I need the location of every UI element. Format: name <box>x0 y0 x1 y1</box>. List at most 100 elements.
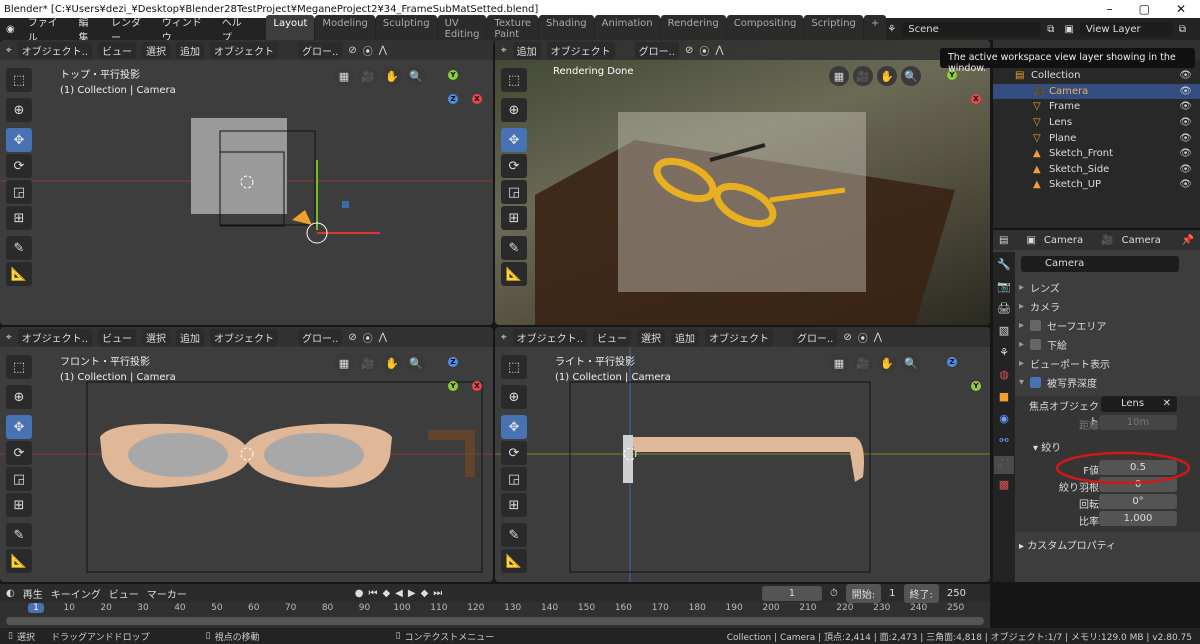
transform-icon[interactable]: ⊞ <box>6 493 32 517</box>
start-frame-field[interactable]: 1 <box>889 588 895 599</box>
next-keyframe-icon[interactable]: ◆ <box>421 588 429 599</box>
grid-icon[interactable]: ▦ <box>829 66 849 86</box>
pan-hand-icon[interactable]: ✋ <box>877 353 897 373</box>
camera-data-tab-icon[interactable]: 🎥 <box>994 456 1014 474</box>
grid-icon[interactable]: ▦ <box>334 66 354 86</box>
zoom-icon[interactable]: 🔍 <box>901 66 921 86</box>
gizmo-x-icon[interactable]: X <box>472 94 482 104</box>
grid-icon[interactable]: ▦ <box>334 353 354 373</box>
visibility-eye-icon[interactable]: 👁 <box>1179 164 1192 175</box>
outliner-item-collection[interactable]: ▤ Collection 👁 <box>993 68 1200 84</box>
play-icon[interactable]: ▶ <box>408 588 416 599</box>
timeline-scrollbar[interactable] <box>6 617 984 625</box>
new-scene-icon[interactable]: ⧉ <box>1047 24 1054 35</box>
measure-icon[interactable]: 📐 <box>6 262 32 286</box>
world-tab-icon[interactable]: ◍ <box>999 368 1009 386</box>
gizmo-x-icon[interactable]: X <box>971 94 981 104</box>
minimize-button[interactable]: – <box>1107 2 1113 16</box>
camera-view-icon[interactable]: 🎥 <box>358 66 378 86</box>
jump-end-icon[interactable]: ⏭ <box>433 588 442 599</box>
tab-uv-editing[interactable]: UV Editing <box>437 15 487 43</box>
distance-field[interactable]: 10m <box>1099 415 1177 430</box>
transform-icon[interactable]: ⊞ <box>501 493 527 517</box>
grid-icon[interactable]: ▦ <box>829 353 849 373</box>
gizmo-y-icon[interactable]: Y <box>971 381 981 391</box>
new-view-layer-icon[interactable]: ⧉ <box>1179 24 1186 35</box>
visibility-eye-icon[interactable]: 👁 <box>1179 133 1192 144</box>
texture-tab-icon[interactable]: ▩ <box>999 478 1009 496</box>
rotate-icon[interactable]: ⟳ <box>6 154 32 178</box>
gizmo-y-icon[interactable]: Y <box>448 70 458 80</box>
constraints-tab-icon[interactable]: ⚯ <box>999 434 1008 452</box>
move-icon[interactable]: ✥ <box>501 415 527 439</box>
panel-4[interactable]: ▸ ビューポート表示 <box>1019 355 1194 372</box>
timeline-menu-0[interactable]: 再生 <box>23 586 43 601</box>
tab-modeling[interactable]: Modeling <box>315 15 375 43</box>
tab-shading[interactable]: Shading <box>539 15 594 43</box>
panel-checkbox[interactable] <box>1030 339 1042 350</box>
stopwatch-icon[interactable]: ⏱ <box>830 588 838 599</box>
outliner-item-sketch_up[interactable]: ▲ Sketch_UP 👁 <box>993 177 1200 193</box>
focus-object-field[interactable]: Lens ✕ <box>1101 396 1177 412</box>
panel-1[interactable]: ▸ カメラ <box>1019 298 1194 315</box>
annotate-icon[interactable]: ✎ <box>6 236 32 260</box>
view-layer-field[interactable]: View Layer <box>1079 21 1173 37</box>
timeline-menu-3[interactable]: マーカー <box>147 586 187 601</box>
panel-2[interactable]: ▸ セーフエリア <box>1019 317 1194 334</box>
custom-properties-panel[interactable]: ▸ カスタムプロパティ <box>1019 537 1116 552</box>
cursor-icon[interactable]: ⊕ <box>501 385 527 409</box>
measure-icon[interactable]: 📐 <box>501 262 527 286</box>
outliner-item-frame[interactable]: ▽ Frame 👁 <box>993 99 1200 115</box>
tab-animation[interactable]: Animation <box>594 15 660 43</box>
clear-icon[interactable]: ✕ <box>1163 398 1171 409</box>
visibility-eye-icon[interactable]: 👁 <box>1179 86 1192 97</box>
move-icon[interactable]: ✥ <box>6 128 32 152</box>
annotate-icon[interactable]: ✎ <box>501 236 527 260</box>
outliner-item-lens[interactable]: ▽ Lens 👁 <box>993 115 1200 131</box>
move-icon[interactable]: ✥ <box>501 128 527 152</box>
camera-view-icon[interactable]: 🎥 <box>358 353 378 373</box>
camera-view-icon[interactable]: 🎥 <box>853 353 873 373</box>
tab-compositing[interactable]: Compositing <box>726 15 804 43</box>
select-box-icon[interactable]: ⬚ <box>6 355 32 379</box>
outliner-item-plane[interactable]: ▽ Plane 👁 <box>993 130 1200 146</box>
rotate-icon[interactable]: ⟳ <box>6 441 32 465</box>
viewport-render[interactable]: ⌖ 追加 オブジェクト グロー.. ⊘ ⦿ ⋀ Rendering Done ▦ 🎥 ✋ 🔍 Y … <box>495 40 990 325</box>
transform-icon[interactable]: ⊞ <box>501 206 527 230</box>
panel-checkbox[interactable] <box>1030 320 1042 331</box>
view-layer-tab-icon[interactable]: ▧ <box>999 324 1009 342</box>
render-tab-icon[interactable]: 📷 <box>997 280 1011 298</box>
prev-keyframe-icon[interactable]: ◆ <box>382 588 390 599</box>
object-tab-icon[interactable]: ■ <box>999 390 1009 408</box>
move-icon[interactable]: ✥ <box>6 415 32 439</box>
view-layer-icon[interactable]: ▣ <box>1064 24 1073 35</box>
outliner-item-sketch_side[interactable]: ▲ Sketch_Side 👁 <box>993 162 1200 178</box>
panel-0[interactable]: ▸ レンズ <box>1019 279 1194 296</box>
scene-tab-icon[interactable]: ⚘ <box>999 346 1009 364</box>
close-button[interactable]: ✕ <box>1176 2 1186 16</box>
visibility-eye-icon[interactable]: 👁 <box>1179 148 1192 159</box>
select-box-icon[interactable]: ⬚ <box>501 355 527 379</box>
tab-sculpting[interactable]: Sculpting <box>375 15 437 43</box>
panel-checkbox[interactable] <box>1030 377 1042 388</box>
scale-icon[interactable]: ◲ <box>6 467 32 491</box>
timeline-menu-2[interactable]: ビュー <box>109 586 139 601</box>
tab-rendering[interactable]: Rendering <box>660 15 726 43</box>
current-frame-marker[interactable]: 1 <box>28 603 44 613</box>
viewport-right[interactable]: ⌖ オブジェクト.. ビュー 選択 追加 オブジェクト グロー.. ⊘ ⦿ ⋀ ライト・平行投影(… <box>495 327 990 582</box>
cursor-icon[interactable]: ⊕ <box>6 385 32 409</box>
camera-view-icon[interactable]: 🎥 <box>853 66 873 86</box>
viewport-top[interactable]: ⌖ オブジェクト.. ビュー 選択 追加 オブジェクト グロー.. ⊘ ⦿ ⋀ トップ・平行投影(… <box>0 40 493 325</box>
viewport-front[interactable]: ⌖ オブジェクト.. ビュー 選択 追加 オブジェクト グロー.. ⊘ ⦿ ⋀ フロント・平行投影… <box>0 327 493 582</box>
cursor-icon[interactable]: ⊕ <box>501 98 527 122</box>
tab-texture-paint[interactable]: Texture Paint <box>487 15 539 43</box>
datablock-field[interactable]: Camera <box>1021 256 1179 272</box>
editor-type-icon[interactable]: ◐ <box>6 588 15 599</box>
outliner-item-sketch_front[interactable]: ▲ Sketch_Front 👁 <box>993 146 1200 162</box>
tab--[interactable]: + <box>863 15 887 43</box>
play-reverse-icon[interactable]: ◀ <box>395 588 403 599</box>
pan-hand-icon[interactable]: ✋ <box>877 66 897 86</box>
annotate-icon[interactable]: ✎ <box>6 523 32 547</box>
zoom-icon[interactable]: 🔍 <box>406 353 426 373</box>
pin-icon[interactable]: 📌 <box>1182 235 1194 246</box>
